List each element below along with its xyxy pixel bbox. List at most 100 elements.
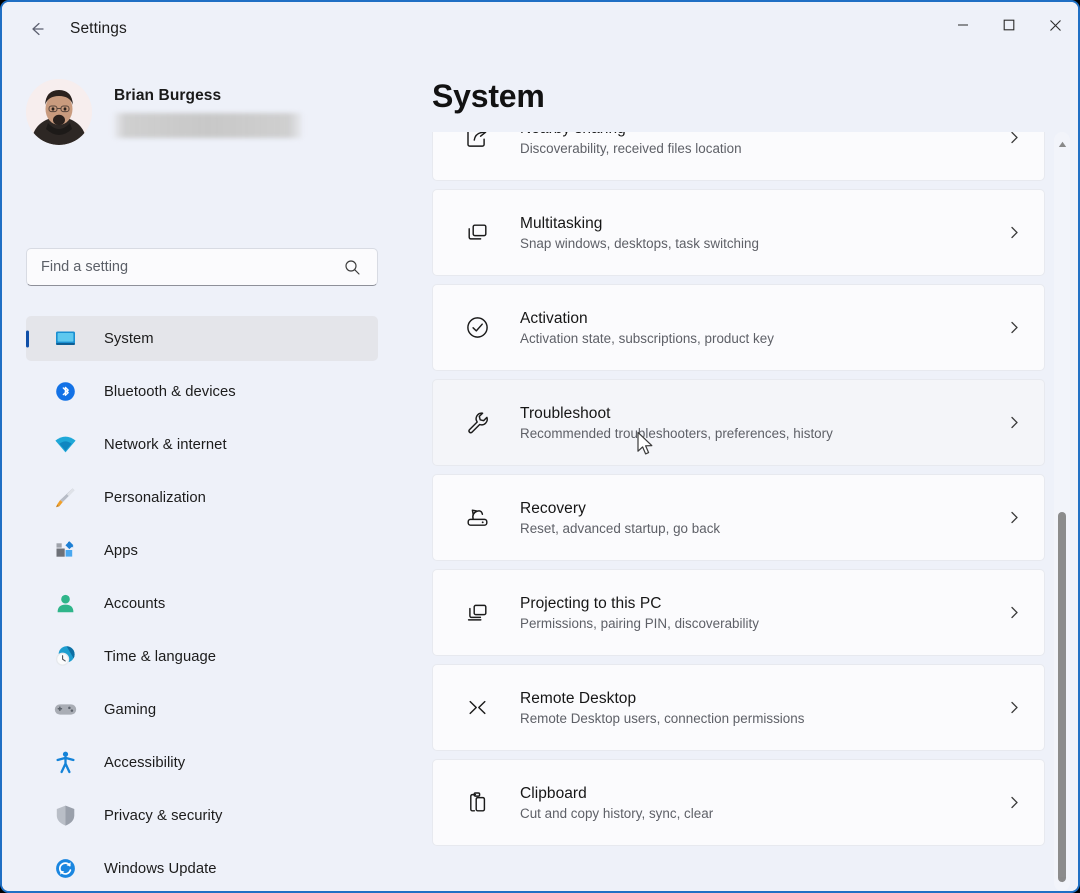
chevron-right-icon [1007,605,1022,620]
card-title: Nearby sharing [520,132,1007,138]
sidebar-item-personalization[interactable]: Personalization [26,475,378,520]
sidebar-item-accounts[interactable]: Accounts [26,581,378,626]
update-icon [48,857,82,880]
sidebar-item-gaming[interactable]: Gaming [26,687,378,732]
gamepad-icon [48,697,82,722]
window-title: Settings [70,20,127,37]
sidebar-item-accessibility[interactable]: Accessibility [26,740,378,785]
chevron-right-icon [1007,700,1022,715]
card-title: Multitasking [520,214,603,232]
card-subtitle: Snap windows, desktops, task switching [520,235,759,251]
caption-button-group [940,2,1078,48]
card-subtitle: Remote Desktop users, connection permiss… [520,710,805,726]
chevron-right-icon [1007,225,1022,240]
profile-text-group: Brian Burgess [114,87,302,138]
back-button[interactable] [20,12,54,46]
card-subtitle: Activation state, subscriptions, product… [520,330,774,346]
card-title: Recovery [520,499,586,517]
card-title: Activation [520,309,588,327]
settings-list: Nearby sharing Discoverability, received… [432,132,1045,854]
card-text-group: Recovery Reset, advanced startup, go bac… [520,500,1007,536]
sidebar-item-label: Accessibility [104,754,186,771]
scroll-down-arrow-icon[interactable] [1054,869,1070,889]
settings-card-activation[interactable]: Activation Activation state, subscriptio… [432,284,1045,371]
main-content: System Nearby sharing Discoverability, r [410,56,1078,891]
scroll-up-arrow-icon[interactable] [1054,134,1070,154]
card-text-group: Remote Desktop Remote Desktop users, con… [520,690,1007,726]
page-title: System [432,78,545,114]
sidebar-item-label: Apps [104,542,138,559]
search-input[interactable] [27,259,344,275]
person-icon [48,592,82,615]
sidebar-item-label: System [104,330,154,347]
title-bar: Settings [2,2,1078,56]
user-profile[interactable]: Brian Burgess [26,79,302,145]
chevron-right-icon [1007,510,1022,525]
card-title: Projecting to this PC [520,594,662,612]
sidebar-item-label: Bluetooth & devices [104,383,236,400]
monitor-icon [48,326,82,351]
settings-card-remote-desktop[interactable]: Remote Desktop Remote Desktop users, con… [432,664,1045,751]
settings-card-clipboard[interactable]: Clipboard Cut and copy history, sync, cl… [432,759,1045,846]
sidebar: Brian Burgess Find a setting System Blue… [2,56,410,891]
settings-card-nearby-sharing[interactable]: Nearby sharing Discoverability, received… [432,132,1045,181]
card-subtitle: Permissions, pairing PIN, discoverabilit… [520,615,759,631]
clipboard-icon [455,789,499,816]
sidebar-item-label: Personalization [104,489,206,506]
sidebar-item-label: Accounts [104,595,166,612]
accessibility-icon [48,750,82,775]
scrollbar-thumb[interactable] [1058,512,1066,882]
settings-card-troubleshoot[interactable]: Troubleshoot Recommended troubleshooters… [432,379,1045,466]
card-text-group: Troubleshoot Recommended troubleshooters… [520,405,1007,441]
card-subtitle: Reset, advanced startup, go back [520,520,721,536]
sidebar-item-time-language[interactable]: Time & language [26,634,378,679]
card-subtitle: Recommended troubleshooters, preferences… [520,425,833,441]
card-subtitle: Cut and copy history, sync, clear [520,805,714,821]
close-button[interactable] [1032,2,1078,48]
shield-icon [48,804,82,827]
check-circle-icon [455,314,499,341]
wrench-icon [455,409,499,436]
sidebar-item-label: Privacy & security [104,807,223,824]
card-text-group: Clipboard Cut and copy history, sync, cl… [520,785,1007,821]
settings-card-recovery[interactable]: Recovery Reset, advanced startup, go bac… [432,474,1045,561]
settings-window: Settings Brian Burgess Find a setting Sy… [0,0,1080,893]
remote-desktop-icon [455,694,499,721]
sidebar-item-privacy-security[interactable]: Privacy & security [26,793,378,838]
profile-email-redacted [114,112,302,138]
sidebar-item-label: Time & language [104,648,217,665]
sidebar-item-label: Windows Update [104,860,217,877]
chevron-right-icon [1007,795,1022,810]
search-icon [344,259,361,276]
wifi-icon [48,432,82,457]
chevron-right-icon [1007,132,1022,145]
sidebar-nav: System Bluetooth & devices Network & int… [26,316,378,891]
card-text-group: Activation Activation state, subscriptio… [520,310,1007,346]
settings-list-viewport: Nearby sharing Discoverability, received… [410,132,1078,891]
sidebar-item-windows-update[interactable]: Windows Update [26,846,378,891]
settings-card-multitasking[interactable]: Multitasking Snap windows, desktops, tas… [432,189,1045,276]
sidebar-item-network-internet[interactable]: Network & internet [26,422,378,467]
settings-card-projecting-to-this-pc[interactable]: Projecting to this PC Permissions, pairi… [432,569,1045,656]
chevron-right-icon [1007,320,1022,335]
sidebar-item-label: Network & internet [104,436,227,453]
card-text-group: Multitasking Snap windows, desktops, tas… [520,215,1007,251]
sidebar-item-bluetooth-devices[interactable]: Bluetooth & devices [26,369,378,414]
card-subtitle: Discoverability, received files location [520,140,742,156]
profile-name: Brian Burgess [114,86,222,104]
paintbrush-icon [48,485,82,510]
card-title: Troubleshoot [520,404,611,422]
recovery-icon [455,504,499,531]
avatar [26,79,92,145]
card-title: Remote Desktop [520,689,637,707]
card-text-group: Nearby sharing Discoverability, received… [520,132,1007,156]
clock-icon [48,644,82,669]
projecting-icon [455,599,499,626]
search-box[interactable] [26,248,378,286]
minimize-button[interactable] [940,2,986,48]
maximize-button[interactable] [986,2,1032,48]
card-text-group: Projecting to this PC Permissions, pairi… [520,595,1007,631]
vertical-scrollbar[interactable] [1054,132,1070,891]
sidebar-item-system[interactable]: System [26,316,378,361]
sidebar-item-apps[interactable]: Apps [26,528,378,573]
